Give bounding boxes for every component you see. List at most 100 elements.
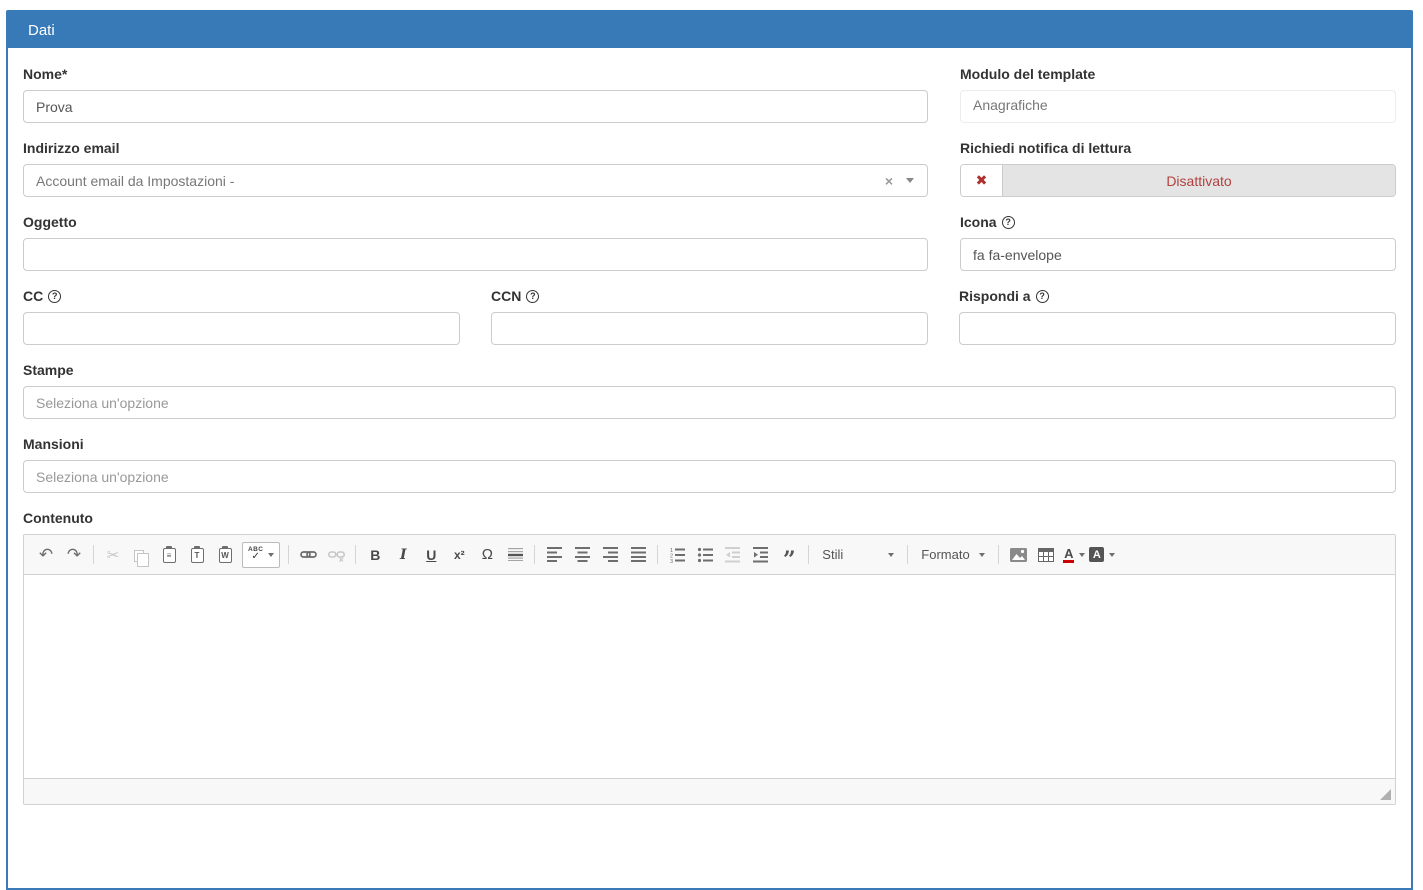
field-group-nome: Nome*	[23, 66, 928, 123]
spellcheck-icon: ABC ✓	[248, 547, 263, 562]
paste-button[interactable]: ≡	[156, 542, 182, 567]
toolbar-separator	[657, 545, 658, 564]
panel-title: Dati	[28, 22, 55, 39]
field-group-ccn: CCN?	[491, 288, 928, 345]
resize-handle-icon[interactable]	[1380, 789, 1391, 800]
copy-button[interactable]	[128, 542, 154, 567]
rispondi-input[interactable]	[959, 312, 1396, 345]
contenuto-label: Contenuto	[23, 510, 1396, 527]
format-combo[interactable]: Formato	[915, 542, 991, 567]
rich-text-editor: ↶ ↷ ✂ ≡ T W ABC ✓	[23, 534, 1396, 805]
help-icon: ?	[1002, 216, 1015, 229]
stampe-placeholder: Seleziona un'opzione	[36, 395, 169, 411]
notifica-label: Richiedi notifica di lettura	[960, 140, 1396, 157]
field-group-cc: CC?	[23, 288, 460, 345]
field-group-rispondi: Rispondi a?	[959, 288, 1396, 345]
paste-word-icon: W	[219, 548, 232, 563]
editor-content[interactable]	[24, 575, 1395, 778]
panel-header: Dati	[8, 12, 1411, 48]
toolbar-separator	[288, 545, 289, 564]
numbered-list-button[interactable]: 123	[664, 542, 690, 567]
nome-label: Nome*	[23, 66, 928, 83]
background-color-icon: A	[1089, 547, 1104, 562]
modulo-label: Modulo del template	[960, 66, 1396, 83]
unlink-button[interactable]	[323, 542, 349, 567]
ccn-input[interactable]	[491, 312, 928, 345]
bulleted-list-button[interactable]	[692, 542, 718, 567]
justify-icon	[631, 547, 646, 562]
email-select[interactable]: Account email da Impostazioni - ×	[23, 164, 928, 197]
clear-selection-icon[interactable]: ×	[885, 174, 893, 188]
decrease-indent-button[interactable]	[720, 542, 746, 567]
italic-button[interactable]: I	[390, 542, 416, 567]
cc-label: CC?	[23, 288, 460, 305]
icona-input[interactable]	[960, 238, 1396, 271]
increase-indent-button[interactable]	[748, 542, 774, 567]
editor-toolbar: ↶ ↷ ✂ ≡ T W ABC ✓	[24, 535, 1395, 575]
icona-label: Icona?	[960, 214, 1396, 231]
rispondi-label: Rispondi a?	[959, 288, 1396, 305]
toggle-state-label[interactable]: Disattivato	[1003, 165, 1395, 196]
field-group-modulo: Modulo del template Anagrafiche	[960, 66, 1396, 123]
oggetto-input[interactable]	[23, 238, 928, 271]
field-group-mansioni: Mansioni Seleziona un'opzione	[23, 436, 1396, 493]
undo-button[interactable]: ↶	[33, 542, 59, 567]
paste-from-word-button[interactable]: W	[212, 542, 238, 567]
horizontal-line-icon	[508, 548, 523, 561]
mansioni-select[interactable]: Seleziona un'opzione	[23, 460, 1396, 493]
cut-button[interactable]: ✂	[100, 542, 126, 567]
field-group-oggetto: Oggetto	[23, 214, 928, 271]
paste-text-icon: T	[191, 548, 204, 563]
paste-icon: ≡	[163, 548, 176, 563]
email-label: Indirizzo email	[23, 140, 928, 157]
oggetto-label: Oggetto	[23, 214, 928, 231]
caret-down-icon	[1079, 553, 1085, 557]
spellcheck-button[interactable]: ABC ✓	[242, 542, 280, 568]
align-right-button[interactable]	[597, 542, 623, 567]
caret-down-icon	[1109, 553, 1115, 557]
help-icon: ?	[526, 290, 539, 303]
field-group-email: Indirizzo email Account email da Imposta…	[23, 140, 928, 197]
justify-button[interactable]	[625, 542, 651, 567]
svg-text:3: 3	[670, 559, 673, 563]
text-color-icon: A	[1063, 547, 1074, 563]
caret-down-icon	[268, 553, 274, 557]
special-character-button[interactable]: Ω	[474, 542, 500, 567]
stampe-label: Stampe	[23, 362, 1396, 379]
link-button[interactable]	[295, 542, 321, 567]
copy-icon	[134, 550, 144, 562]
styles-combo[interactable]: Stili	[816, 542, 900, 567]
align-left-button[interactable]	[541, 542, 567, 567]
insert-image-button[interactable]	[1005, 542, 1031, 567]
editor-bottom-bar	[24, 778, 1395, 804]
numbered-list-icon: 123	[669, 547, 685, 563]
blockquote-button[interactable]: ”	[776, 542, 802, 567]
cc-input[interactable]	[23, 312, 460, 345]
toolbar-separator	[534, 545, 535, 564]
horizontal-line-button[interactable]	[502, 542, 528, 567]
notifica-toggle[interactable]: ✖ Disattivato	[960, 164, 1396, 197]
text-color-button[interactable]: A	[1061, 542, 1087, 567]
background-color-button[interactable]: A	[1089, 542, 1115, 567]
toolbar-separator	[998, 545, 999, 564]
insert-table-button[interactable]	[1033, 542, 1059, 567]
panel-body: Nome* Modulo del template Anagrafiche In…	[8, 48, 1411, 805]
nome-input[interactable]	[23, 90, 928, 123]
caret-down-icon	[979, 553, 985, 557]
ccn-label: CCN?	[491, 288, 928, 305]
stampe-select[interactable]: Seleziona un'opzione	[23, 386, 1396, 419]
help-icon: ?	[48, 290, 61, 303]
redo-button[interactable]: ↷	[61, 542, 87, 567]
image-icon	[1010, 548, 1027, 562]
toolbar-separator	[355, 545, 356, 564]
table-icon	[1038, 548, 1054, 562]
bold-button[interactable]: B	[362, 542, 388, 567]
superscript-button[interactable]: x²	[446, 542, 472, 567]
paste-as-text-button[interactable]: T	[184, 542, 210, 567]
panel-dati: Dati Nome* Modulo del template Anagrafic…	[6, 10, 1413, 890]
toolbar-separator	[808, 545, 809, 564]
toolbar-separator	[907, 545, 908, 564]
align-center-button[interactable]	[569, 542, 595, 567]
underline-button[interactable]: U	[418, 542, 444, 567]
toggle-off-x-icon[interactable]: ✖	[961, 165, 1003, 196]
